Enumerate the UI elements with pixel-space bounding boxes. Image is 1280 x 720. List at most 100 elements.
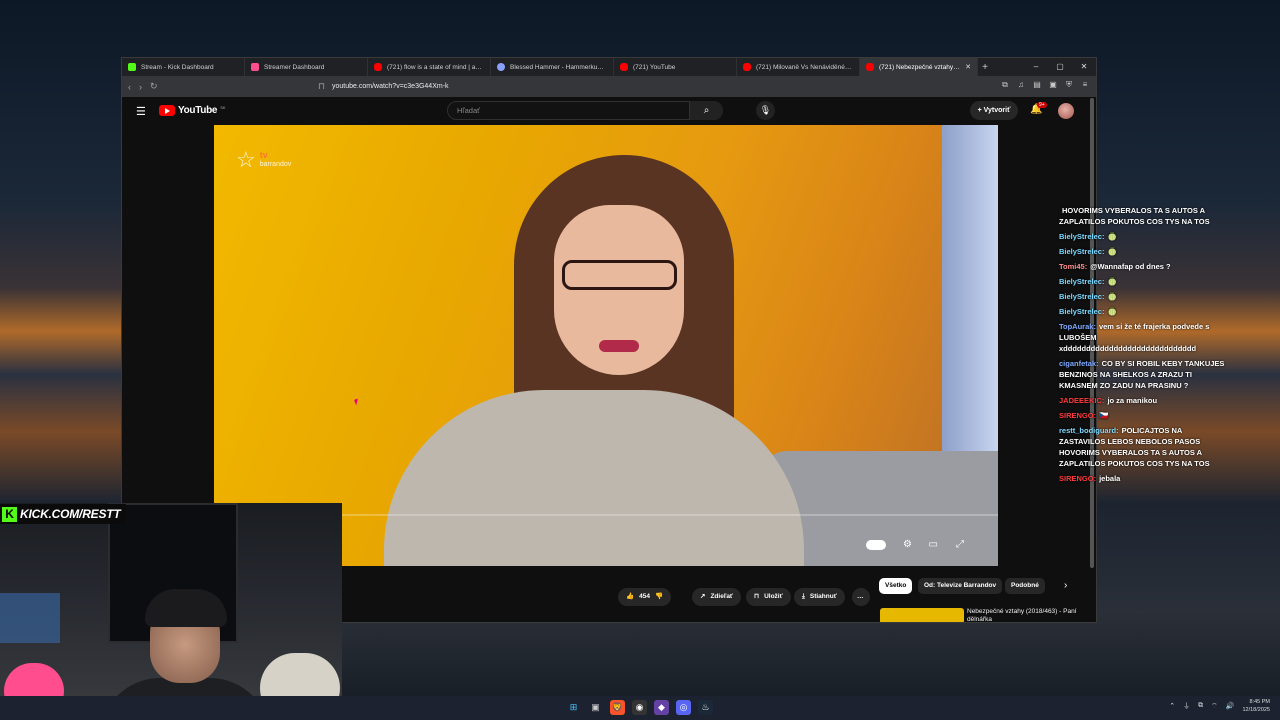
chip-all[interactable]: Všetko — [879, 578, 913, 594]
forward-arrow-icon[interactable]: › — [139, 82, 142, 92]
chat-message: BielyStrelec: 🍈 — [1059, 246, 1229, 257]
chat-text: 🍈 — [1107, 292, 1117, 301]
download-icon: ⤓ — [802, 593, 805, 600]
copy-icon[interactable]: ⧉ — [1198, 702, 1203, 710]
settings-gear-icon[interactable]: ⚙ — [903, 539, 912, 550]
chat-text: jebala — [1099, 474, 1121, 483]
youtube-logo[interactable]: YouTube SK — [159, 105, 226, 116]
like-button[interactable]: 👍 454 👎 — [618, 588, 672, 606]
notification-badge: 9+ — [1037, 102, 1047, 108]
tab-title: Stream - Kick Dashboard — [141, 63, 214, 71]
youtube-header: ☰ YouTube SK Hľadať ⌨ ⌕ 🎙 + Vytvoriť 🔔 9… — [122, 97, 1096, 125]
recommended-thumbnail[interactable] — [880, 608, 964, 622]
chat-message: JADEEEKIC: jo za manikou — [1059, 395, 1229, 406]
wifi-icon[interactable]: ⌔ — [1211, 702, 1218, 711]
menu-icon[interactable]: ≡ — [1080, 79, 1090, 91]
steam-icon[interactable]: ♨ — [698, 700, 713, 715]
like-count: 454 — [639, 593, 650, 600]
save-label: Uložiť — [764, 593, 783, 600]
recommended-title[interactable]: Nebezpečné vztahy (2018/463) - Paní děln… — [967, 608, 1077, 622]
theater-mode-icon[interactable]: ▭ — [929, 539, 938, 550]
voice-search-button[interactable]: 🎙 — [756, 101, 775, 120]
hamburger-menu-icon[interactable]: ☰ — [136, 105, 146, 118]
fullscreen-icon[interactable]: ⤢ — [956, 539, 964, 550]
clock-date: 12/18/2025 — [1242, 707, 1270, 713]
chat-text: 🇨🇿 — [1099, 411, 1109, 420]
chat-user: SIRENGO: — [1059, 411, 1097, 420]
usb-icon[interactable]: ⏚ — [1183, 701, 1190, 711]
youtube-play-icon — [159, 105, 175, 116]
create-button[interactable]: + Vytvoriť — [970, 101, 1018, 120]
chat-message: BielyStrelec: 🍈 — [1059, 276, 1229, 287]
save-button[interactable]: ⊓ Uložiť — [746, 588, 791, 606]
share-label: Zdieľať — [710, 593, 734, 600]
obs-icon[interactable]: ◉ — [632, 700, 647, 715]
windows-start-icon[interactable]: ⊞ — [566, 700, 581, 715]
gear-favicon-icon — [497, 63, 505, 71]
reload-icon[interactable]: ↻ — [150, 81, 158, 92]
tab-youtube[interactable]: (721) YouTube — [614, 58, 737, 76]
thumbs-down-icon[interactable]: 👎 — [655, 588, 663, 606]
tab-title: Blessed Hammer - Hammerkuna - D — [510, 63, 607, 71]
chip-from-channel[interactable]: Od: Televize Barrandov — [918, 578, 1003, 594]
new-tab-button[interactable]: + — [978, 62, 992, 73]
shield-icon[interactable]: ⛨ — [1064, 79, 1074, 91]
download-label: Stiahnuť — [809, 593, 837, 600]
app-icon[interactable]: ◆ — [654, 700, 669, 715]
tab-nebezpecne-vztahy[interactable]: (721) Nebezpečné vztahy (2020) ✕ — [860, 58, 978, 76]
volume-icon[interactable]: 🔊 — [1226, 702, 1235, 710]
chat-text: 🍈 — [1107, 307, 1117, 316]
more-actions-button[interactable]: … — [852, 588, 870, 606]
tab-title: Streamer Dashboard — [264, 63, 325, 71]
close-window-button[interactable]: ✕ — [1072, 58, 1096, 76]
chat-user: BielyStrelec: — [1059, 292, 1105, 301]
chat-user: SIRENGO: — [1059, 474, 1097, 483]
background-wall — [942, 125, 998, 475]
tab-blessed-hammer[interactable]: Blessed Hammer - Hammerkuna - D — [491, 58, 614, 76]
chat-user: BielyStrelec: — [1059, 277, 1105, 286]
brave-icon[interactable]: 🦁 — [610, 700, 625, 715]
search-button[interactable]: ⌕ — [689, 101, 723, 120]
share-button[interactable]: ↗ Zdieľať — [692, 588, 742, 606]
tab-close-icon[interactable]: ✕ — [965, 63, 971, 71]
address-bar: ‹ › ↻ ⊓ youtube.com/watch?v=c3e3G44Xm-k … — [122, 76, 1096, 97]
chevron-up-icon[interactable]: ⌃ — [1169, 702, 1175, 710]
maximize-button[interactable]: ▢ — [1048, 58, 1072, 76]
youtube-favicon-icon — [620, 63, 628, 71]
media-icon[interactable]: ♫ — [1016, 79, 1026, 91]
video-player[interactable]: ☆ tv barrandov ⚙ ▭ ⤢ — [214, 125, 998, 566]
tab-milovane[interactable]: (721) Milovaně Vs Nenáviděné Česk — [737, 58, 860, 76]
tab-flow[interactable]: (721) flow is a state of mind | ambien — [368, 58, 491, 76]
task-view-icon[interactable]: ▣ — [588, 700, 603, 715]
autoplay-toggle[interactable] — [866, 540, 886, 550]
url-input[interactable]: youtube.com/watch?v=c3e3G44Xm-k — [318, 80, 788, 93]
sidebar-icon[interactable]: ▤ — [1032, 79, 1042, 91]
chat-message: BielyStrelec: 🍈 — [1059, 231, 1229, 242]
wallet-icon[interactable]: ▣ — [1048, 79, 1058, 91]
extension-icon[interactable]: ⧉ — [1000, 79, 1010, 91]
region-code: SK — [220, 105, 226, 110]
taskbar-apps: ⊞ ▣ 🦁 ◉ ◆ ◎ ♨ — [566, 700, 713, 715]
chat-message: TopAurak: vem si že té frajerka podvede s… — [1059, 321, 1229, 354]
tv-barrandov-logo: ☆ tv barrandov — [236, 147, 291, 173]
download-button[interactable]: ⤓ Stiahnuť — [794, 588, 845, 606]
blue-light — [0, 593, 60, 643]
create-label: Vytvoriť — [983, 107, 1011, 114]
chevron-right-icon[interactable]: › — [1064, 580, 1067, 591]
save-icon: ⊓ — [754, 593, 760, 600]
glasses — [562, 260, 677, 290]
tab-streamer-dashboard[interactable]: Streamer Dashboard — [245, 58, 368, 76]
search-input[interactable]: Hľadať — [447, 101, 723, 120]
account-avatar[interactable] — [1058, 103, 1074, 119]
chat-user: BielyStrelec: — [1059, 247, 1105, 256]
kick-favicon-icon — [128, 63, 136, 71]
streamer-beanie — [145, 589, 227, 627]
chat-message: BielyStrelec: 🍈 — [1059, 291, 1229, 302]
back-arrow-icon[interactable]: ‹ — [128, 82, 131, 92]
clock[interactable]: 8:45 PM 12/18/2025 — [1242, 698, 1270, 714]
discord-icon[interactable]: ◎ — [676, 700, 691, 715]
minimize-button[interactable]: – — [1024, 58, 1048, 76]
chip-related[interactable]: Podobné — [1005, 578, 1045, 594]
kick-url-badge: K KICK.COM/RESTT — [0, 504, 126, 524]
tab-kick-dashboard[interactable]: Stream - Kick Dashboard — [122, 58, 245, 76]
